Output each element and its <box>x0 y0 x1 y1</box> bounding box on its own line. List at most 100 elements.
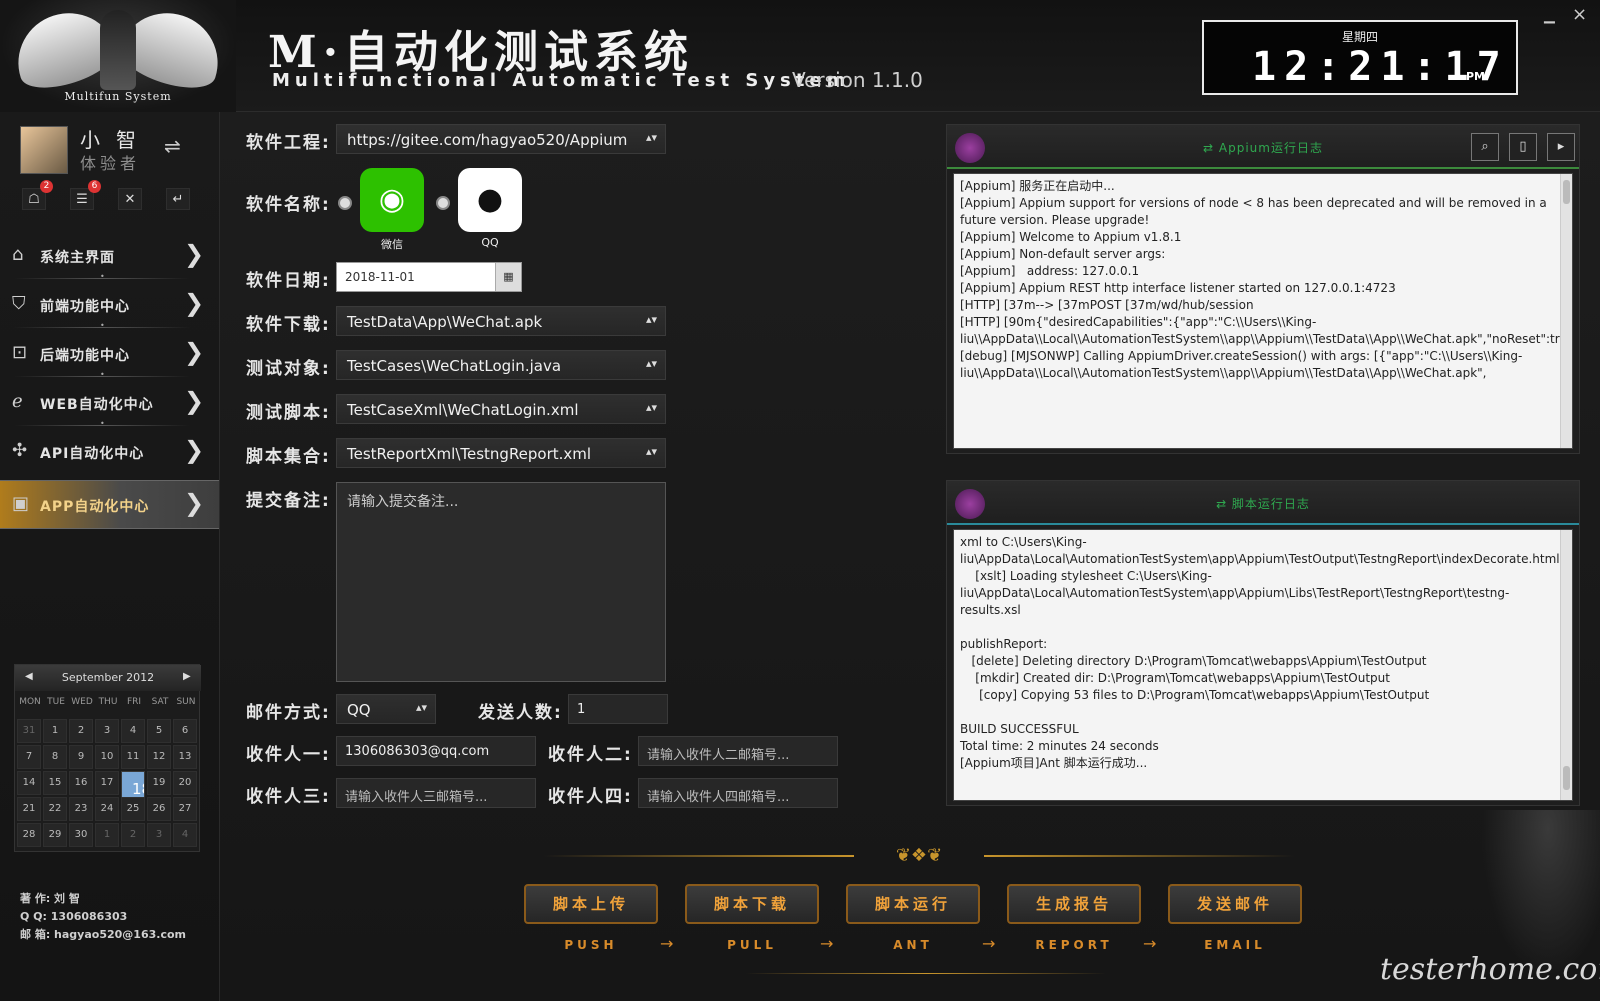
watermark: testerhome.com <box>1380 952 1600 987</box>
calendar-day[interactable]: 1 <box>95 823 119 847</box>
ornament-line <box>746 973 1106 974</box>
device-icon[interactable]: ▯ <box>1509 133 1537 161</box>
log-line: [Appium] Non-default server args: <box>960 247 1166 261</box>
calendar-day[interactable]: 4 <box>121 719 145 743</box>
wechat-logo-icon[interactable]: ◉ <box>360 168 424 232</box>
calendar-day[interactable]: 1 <box>43 719 67 743</box>
sidebar-item-label: WEB自动化中心 <box>40 397 154 413</box>
calendar-day[interactable]: 15 <box>43 771 67 795</box>
calendar-day[interactable]: 21 <box>17 797 41 821</box>
download-value: TestData\App\WeChat.apk <box>347 313 543 331</box>
date-picker[interactable]: 2018-11-01 ▦ <box>336 262 522 292</box>
appium-log-body[interactable]: [Appium] 服务正在启动中... [Appium] Appium suppo… <box>953 173 1573 449</box>
log-line: xml to C:\Users\King-liu\AppData\Local\A… <box>960 535 1560 566</box>
run-button[interactable]: 脚本运行 <box>846 884 980 924</box>
sidebar-item-label: APP自动化中心 <box>40 499 150 515</box>
scroll-thumb[interactable] <box>1563 180 1570 204</box>
calendar-day[interactable]: 7 <box>17 745 41 769</box>
recipient3-input[interactable]: 请输入收件人三邮箱号... <box>336 778 536 808</box>
email-button[interactable]: 发送邮件 <box>1168 884 1302 924</box>
back-icon[interactable]: ↵ <box>166 188 190 210</box>
calendar-day[interactable]: 14 <box>17 771 41 795</box>
search-icon[interactable]: ⌕ <box>1471 133 1499 161</box>
project-select[interactable]: https://gitee.com/hagyao520/Appium ▴▾ <box>336 124 666 154</box>
pull-button[interactable]: 脚本下载 <box>685 884 819 924</box>
calendar-day[interactable]: 24 <box>95 797 119 821</box>
switch-user-icon[interactable]: ⇌ <box>164 134 181 158</box>
play-icon[interactable]: ▸ <box>1547 133 1575 161</box>
arrow-right-icon: → <box>1143 934 1157 953</box>
wechat-radio[interactable] <box>338 196 352 210</box>
sidebar-item-label: API自动化中心 <box>40 446 145 462</box>
log-line: [delete] Deleting directory D:\Program\T… <box>960 654 1427 668</box>
appium-log-scrollbar[interactable] <box>1560 174 1572 448</box>
calendar-day[interactable]: 3 <box>95 719 119 743</box>
next-month-button[interactable]: ▶ <box>183 671 191 682</box>
author-email: 邮 箱: hagyao520@163.com <box>20 928 186 941</box>
mail-method-select[interactable]: QQ ▴▾ <box>336 694 436 724</box>
calendar-day[interactable]: 4 <box>173 823 197 847</box>
sidebar-item-frontend[interactable]: ⛉ 前端功能中心 ❯ <box>0 281 219 330</box>
sidebar-item-web[interactable]: ℯ WEB自动化中心 ❯ <box>0 379 219 428</box>
avatar[interactable] <box>20 126 68 174</box>
calendar-day[interactable]: 30 <box>69 823 93 847</box>
minimize-button[interactable]: ▁ <box>1544 8 1555 24</box>
calendar-day[interactable]: 16 <box>69 771 93 795</box>
shield-icon: ⛉ <box>12 293 26 314</box>
calendar-day[interactable]: 11 <box>121 745 145 769</box>
close-button[interactable]: × <box>1572 4 1587 25</box>
suite-label: 脚本集合: <box>246 447 331 467</box>
calendar-day[interactable]: 8 <box>43 745 67 769</box>
calendar-day[interactable]: 5 <box>147 719 171 743</box>
calendar-day[interactable]: 17 <box>95 771 119 795</box>
calendar-day[interactable]: 28 <box>17 823 41 847</box>
calendar-day[interactable]: 22 <box>43 797 67 821</box>
calendar-day[interactable]: 20 <box>173 771 197 795</box>
script-log-scrollbar[interactable] <box>1560 530 1572 800</box>
remark-textarea[interactable]: 请输入提交备注... <box>336 482 666 682</box>
calendar-day[interactable]: 26 <box>147 797 171 821</box>
chevron-updown-icon: ▴▾ <box>645 131 657 144</box>
sidebar-item-home[interactable]: ⌂ 系统主界面 ❯ <box>0 232 219 281</box>
sidebar-item-app[interactable]: ▣ APP自动化中心 ❯ <box>0 480 219 529</box>
calendar-day[interactable]: 31 <box>17 719 41 743</box>
script-select[interactable]: TestCaseXml\WeChatLogin.xml ▴▾ <box>336 394 666 424</box>
chevron-updown-icon: ▴▾ <box>415 701 427 714</box>
sidebar-item-backend[interactable]: ⊡ 后端功能中心 ❯ <box>0 330 219 379</box>
calendar-day[interactable]: 3 <box>147 823 171 847</box>
suite-select[interactable]: TestReportXml\TestngReport.xml ▴▾ <box>336 438 666 468</box>
calendar-day[interactable]: 27 <box>173 797 197 821</box>
calendar-day[interactable]: 10 <box>95 745 119 769</box>
sender-count-input[interactable]: 1 <box>568 694 668 724</box>
qq-radio[interactable] <box>436 196 450 210</box>
report-button[interactable]: 生成报告 <box>1007 884 1141 924</box>
browser-icon: ℯ <box>12 391 23 412</box>
appium-log-header: ⇄ Appium运行日志 ⌕ ▯ ▸ <box>947 125 1579 169</box>
script-log-body[interactable]: xml to C:\Users\King-liu\AppData\Local\A… <box>953 529 1573 801</box>
calendar-day[interactable]: 25 <box>121 797 145 821</box>
target-select[interactable]: TestCases\WeChatLogin.java ▴▾ <box>336 350 666 380</box>
calendar-day[interactable]: 29 <box>43 823 67 847</box>
arrow-right-icon: → <box>820 934 834 953</box>
calendar-day[interactable]: 12 <box>147 745 171 769</box>
scroll-thumb[interactable] <box>1563 766 1570 790</box>
calendar-day[interactable]: 23 <box>69 797 93 821</box>
calendar-day[interactable]: 6 <box>173 719 197 743</box>
angel-figure-icon <box>100 10 136 90</box>
nav-divider: • <box>14 370 190 379</box>
recipient4-input[interactable]: 请输入收件人四邮箱号... <box>638 778 838 808</box>
calendar-day[interactable]: 2 <box>69 719 93 743</box>
qq-logo-icon[interactable]: ● <box>458 168 522 232</box>
download-select[interactable]: TestData\App\WeChat.apk ▴▾ <box>336 306 666 336</box>
calendar-icon[interactable]: ▦ <box>495 263 521 291</box>
calendar-day[interactable]: 9 <box>69 745 93 769</box>
recipient1-input[interactable]: 1306086303@qq.com <box>336 736 536 766</box>
project-label: 软件工程: <box>246 133 331 153</box>
calendar-day[interactable]: 2 <box>121 823 145 847</box>
calendar-day[interactable]: 13 <box>173 745 197 769</box>
recipient2-input[interactable]: 请输入收件人二邮箱号... <box>638 736 838 766</box>
push-button[interactable]: 脚本上传 <box>524 884 658 924</box>
sidebar-item-api[interactable]: ✣ API自动化中心 ❯ <box>0 428 219 477</box>
tools-icon[interactable]: ✕ <box>118 188 142 210</box>
calendar-day[interactable]: 19 <box>147 771 171 795</box>
